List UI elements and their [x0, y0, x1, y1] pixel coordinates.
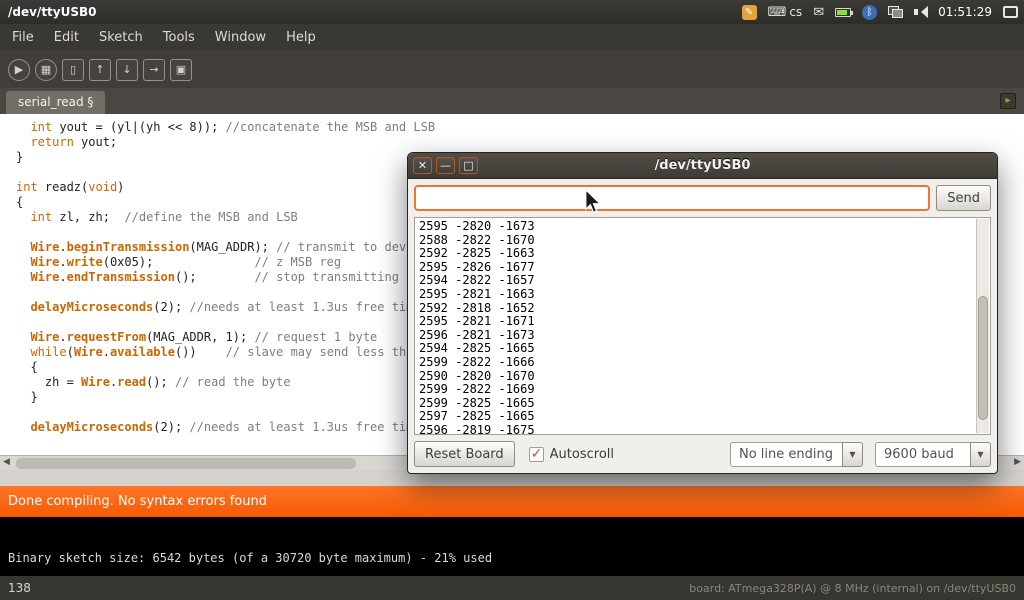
- serial-output-line: 2594 -2822 -1657: [419, 274, 974, 288]
- top-panel: /dev/ttyUSB0 ✎ cs ✉ ᛒ 01:51:29: [0, 0, 1024, 24]
- bluetooth-icon[interactable]: ᛒ: [862, 5, 877, 20]
- serial-monitor-window: /dev/ttyUSB0 ✕—□ Send 2595 -2820 -167325…: [407, 152, 998, 474]
- autoscroll-checkbox[interactable]: [529, 447, 544, 462]
- menu-file[interactable]: File: [2, 24, 44, 51]
- code-line: return yout;: [16, 135, 1024, 150]
- serial-output-scrollbar[interactable]: [976, 219, 989, 433]
- code-line: int yout = (yl|(yh << 8)); //concatenate…: [16, 120, 1024, 135]
- keyboard-layout-indicator[interactable]: cs: [768, 5, 803, 20]
- serial-output-line: 2599 -2825 -1665: [419, 397, 974, 411]
- scrollbar-thumb[interactable]: [16, 458, 356, 469]
- serial-input[interactable]: [414, 185, 930, 211]
- mail-icon[interactable]: ✉: [813, 5, 824, 20]
- verify-button[interactable]: ▶: [8, 59, 30, 81]
- serial-output-line: 2599 -2822 -1669: [419, 383, 974, 397]
- serial-output-line: 2590 -2820 -1670: [419, 370, 974, 384]
- toolbar: ▶▦▯↑↓→▣: [0, 51, 1024, 88]
- compile-status-bar: Done compiling. No syntax errors found: [0, 486, 1024, 517]
- console: Binary sketch size: 6542 bytes (of a 307…: [0, 517, 1024, 576]
- battery-icon[interactable]: [835, 8, 851, 17]
- serial-output-line: 2595 -2826 -1677: [419, 261, 974, 275]
- scroll-right-arrow-icon[interactable]: [1014, 457, 1021, 467]
- board-info: board: ATmega328P(A) @ 8 MHz (internal) …: [689, 582, 1016, 595]
- scrollbar-thumb[interactable]: [978, 296, 988, 420]
- menu-bar: FileEditSketchToolsWindowHelp: [0, 24, 1024, 51]
- upload-button[interactable]: →: [143, 59, 165, 81]
- save-button[interactable]: ↓: [116, 59, 138, 81]
- serial-output-line: 2595 -2821 -1671: [419, 315, 974, 329]
- session-menu-icon[interactable]: [1003, 6, 1018, 18]
- serial-monitor-button[interactable]: ▣: [170, 59, 192, 81]
- line-ending-value: No line ending: [730, 442, 842, 467]
- current-line-number: 138: [8, 581, 31, 595]
- line-ending-dropdown[interactable]: No line ending: [730, 442, 863, 467]
- menu-edit[interactable]: Edit: [44, 24, 89, 51]
- serial-monitor-body: Send 2595 -2820 -16732588 -2822 -1670259…: [408, 179, 997, 473]
- open-button[interactable]: ↑: [89, 59, 111, 81]
- menu-sketch[interactable]: Sketch: [89, 24, 153, 51]
- menu-window[interactable]: Window: [205, 24, 276, 51]
- chevron-down-icon[interactable]: [842, 442, 863, 467]
- notes-icon[interactable]: ✎: [742, 5, 757, 20]
- reset-board-button[interactable]: Reset Board: [414, 441, 515, 467]
- window-title: /dev/ttyUSB0: [408, 158, 997, 173]
- serial-output-line: 2594 -2825 -1665: [419, 342, 974, 356]
- console-text: Binary sketch size: 6542 bytes (of a 307…: [0, 517, 1024, 565]
- footer-bar: 138 board: ATmega328P(A) @ 8 MHz (intern…: [0, 576, 1024, 600]
- system-tray: ✎ cs ✉ ᛒ 01:51:29: [742, 5, 1024, 20]
- network-icon[interactable]: [888, 6, 903, 18]
- clock[interactable]: 01:51:29: [938, 5, 992, 19]
- maximize-button[interactable]: □: [459, 157, 478, 174]
- serial-output-line: 2599 -2822 -1666: [419, 356, 974, 370]
- menu-help[interactable]: Help: [276, 24, 326, 51]
- menu-tools[interactable]: Tools: [153, 24, 205, 51]
- minimize-button[interactable]: —: [436, 157, 455, 174]
- send-row: Send: [414, 185, 991, 211]
- tab-label: serial_read §: [18, 95, 93, 109]
- serial-output[interactable]: 2595 -2820 -16732588 -2822 -16702592 -28…: [414, 217, 991, 435]
- baud-rate-value: 9600 baud: [875, 442, 970, 467]
- serial-output-line: 2596 -2821 -1673: [419, 329, 974, 343]
- serial-output-line: 2597 -2825 -1665: [419, 410, 974, 424]
- tab-bar: serial_read §: [0, 88, 1024, 114]
- serial-output-line: 2592 -2818 -1652: [419, 302, 974, 316]
- tab-menu-button[interactable]: [1000, 93, 1016, 109]
- serial-output-line: 2595 -2821 -1663: [419, 288, 974, 302]
- chevron-down-icon[interactable]: [970, 442, 991, 467]
- stop-button[interactable]: ▦: [35, 59, 57, 81]
- close-button[interactable]: ✕: [413, 157, 432, 174]
- active-window-title: /dev/ttyUSB0: [8, 5, 97, 19]
- baud-rate-dropdown[interactable]: 9600 baud: [875, 442, 991, 467]
- screen: /dev/ttyUSB0 ✎ cs ✉ ᛒ 01:51:29 FileEditSket…: [0, 0, 1024, 600]
- tab-serial-read[interactable]: serial_read §: [6, 91, 105, 114]
- serial-controls: Reset Board Autoscroll No line ending 96…: [414, 441, 991, 467]
- send-button[interactable]: Send: [936, 185, 991, 211]
- scroll-left-arrow-icon[interactable]: [3, 457, 10, 467]
- volume-icon[interactable]: [914, 6, 927, 18]
- serial-output-line: 2592 -2825 -1663: [419, 247, 974, 261]
- autoscroll-label: Autoscroll: [550, 447, 614, 462]
- new-sketch-button[interactable]: ▯: [62, 59, 84, 81]
- serial-output-line: 2595 -2820 -1673: [419, 220, 974, 234]
- serial-output-line: 2596 -2819 -1675: [419, 424, 974, 435]
- window-titlebar[interactable]: /dev/ttyUSB0 ✕—□: [408, 153, 997, 179]
- serial-output-line: 2588 -2822 -1670: [419, 234, 974, 248]
